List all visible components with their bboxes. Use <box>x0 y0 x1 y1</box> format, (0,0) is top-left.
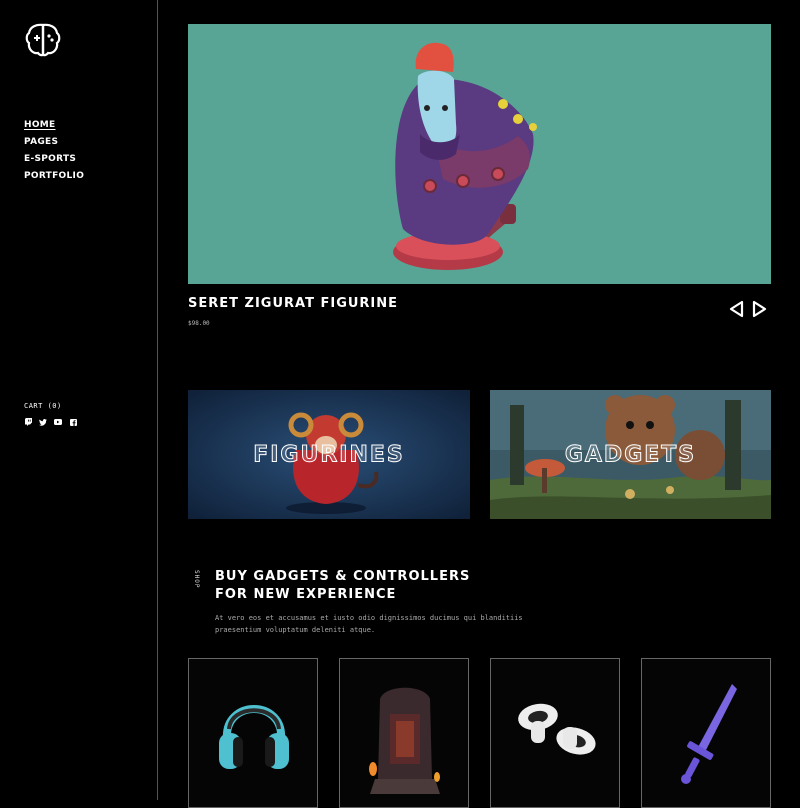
hero-product-price: $98.00 <box>188 320 210 327</box>
nav-item-home[interactable]: HOME <box>24 117 84 134</box>
sidebar: HOME PAGES E-SPORTS PORTFOLIO CART (0) <box>0 0 158 800</box>
nav-item-e-sports[interactable]: E-SPORTS <box>24 151 84 168</box>
facebook-icon[interactable] <box>69 418 77 426</box>
hero-figurine-image <box>393 42 537 270</box>
main-nav: HOME PAGES E-SPORTS PORTFOLIO <box>24 117 84 185</box>
shop-side-label: SHOP <box>193 570 200 589</box>
nav-item-pages[interactable]: PAGES <box>24 134 84 151</box>
product-card-headphones[interactable] <box>188 658 318 808</box>
twitter-icon[interactable] <box>39 418 47 426</box>
next-arrow-icon[interactable] <box>750 300 768 318</box>
headphones-image <box>219 705 289 769</box>
category-figurines-card[interactable]: FIGURINES <box>188 390 470 519</box>
brain-gamepad-logo-icon[interactable] <box>24 22 62 58</box>
product-card-vr-controllers[interactable] <box>490 658 620 808</box>
product-card-sword[interactable] <box>641 658 771 808</box>
shop-section-description: At vero eos et accusamus et iusto odio d… <box>215 612 545 636</box>
vr-controllers-image <box>518 703 596 755</box>
prev-arrow-icon[interactable] <box>728 300 746 318</box>
shop-title-line-1: BUY GADGETS & CONTROLLERS <box>215 569 471 584</box>
shop-desc-line-2: praesentium voluptatum deleniti atque. <box>215 626 376 634</box>
category-gadgets-card[interactable]: GADGETS <box>490 390 771 519</box>
shop-desc-line-1: At vero eos et accusamus et iusto odio d… <box>215 614 523 622</box>
social-links <box>24 418 77 426</box>
hero-banner[interactable] <box>188 24 771 284</box>
nav-item-portfolio[interactable]: PORTFOLIO <box>24 168 84 185</box>
product-card-throne-figurine[interactable] <box>339 658 469 808</box>
shop-title-line-2: FOR NEW EXPERIENCE <box>215 587 397 602</box>
cart-link[interactable]: CART (0) <box>24 402 62 410</box>
twitch-icon[interactable] <box>24 418 32 426</box>
throne-figurine-image <box>369 687 440 794</box>
category-figurines-label: FIGURINES <box>253 442 405 468</box>
sword-image <box>681 684 737 784</box>
hero-product-title[interactable]: SERET ZIGURAT FIGURINE <box>188 296 398 311</box>
youtube-icon[interactable] <box>54 418 62 426</box>
category-gadgets-label: GADGETS <box>564 442 697 468</box>
shop-section-title: BUY GADGETS & CONTROLLERS FOR NEW EXPERI… <box>215 568 515 604</box>
